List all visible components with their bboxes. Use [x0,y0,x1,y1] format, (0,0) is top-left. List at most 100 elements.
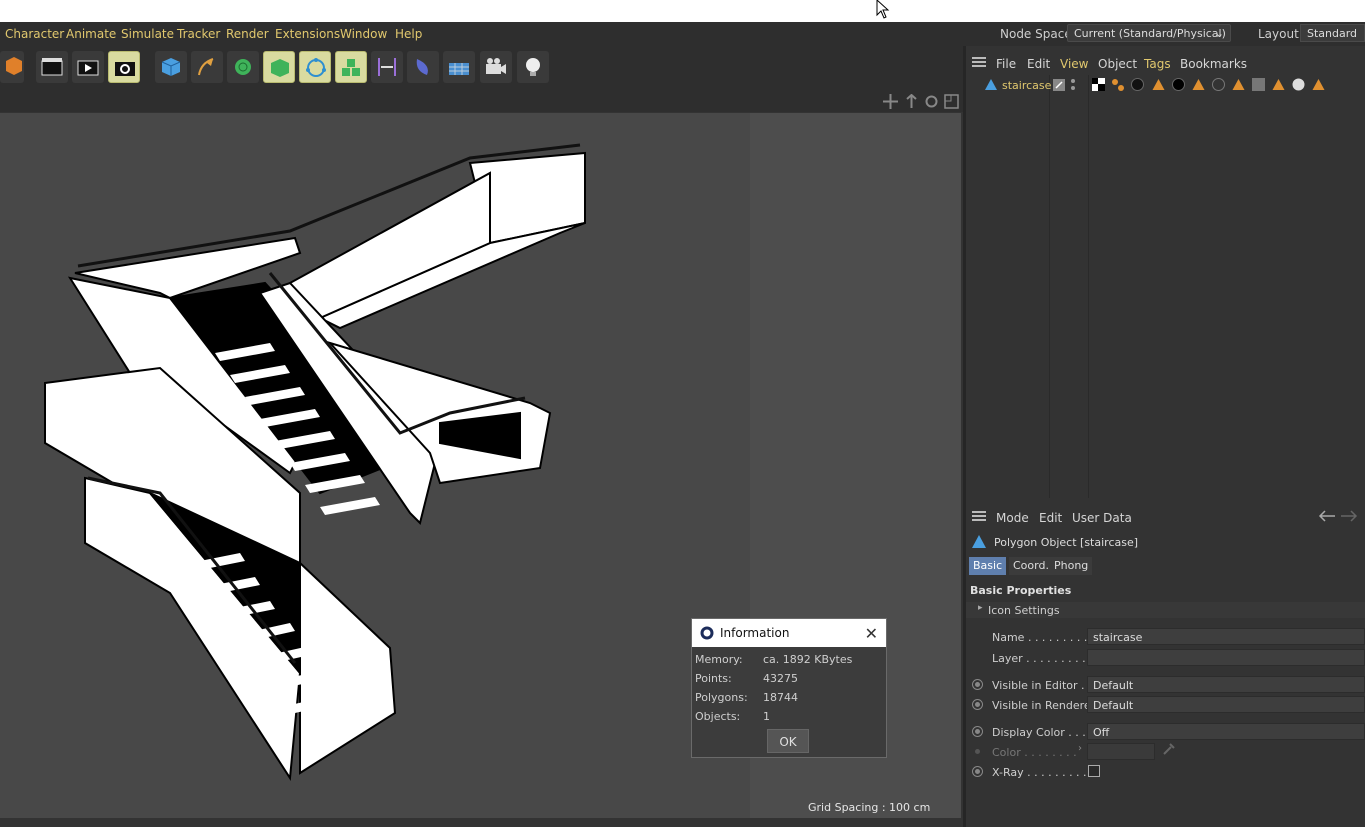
section-title: Basic Properties [970,584,1072,597]
name-field[interactable]: staircase [1087,628,1365,645]
ok-button[interactable]: OK [767,729,809,753]
am-menu-mode[interactable]: Mode [996,511,1029,525]
black-material-icon[interactable] [1172,78,1185,91]
tab-basic[interactable]: Basic [969,557,1007,575]
close-icon[interactable]: ✕ [865,624,878,643]
objects-label: Objects: [695,710,741,723]
cube-primitive-button[interactable] [0,51,24,83]
attribute-manager-menu: Mode Edit User Data [966,504,1365,528]
am-menu-user-data[interactable]: User Data [1072,511,1132,525]
om-menu-tags[interactable]: Tags [1144,57,1171,71]
name-label: Name . . . . . . . . . . [992,631,1095,644]
render-view-button[interactable] [72,51,104,83]
subdivision-button[interactable] [227,51,259,83]
array-icon [342,59,360,76]
menu-simulate[interactable]: Simulate [121,27,174,41]
render-region-button[interactable] [36,51,68,83]
am-menu-edit[interactable]: Edit [1039,511,1062,525]
layer-field[interactable] [1087,649,1365,666]
cube-button[interactable] [155,51,187,83]
menu-character[interactable]: Character [5,27,64,41]
icon-settings-group[interactable]: ▸ Icon Settings [966,602,1365,618]
mograph-cloner-icon [306,58,326,77]
object-name[interactable]: staircase [1002,79,1051,92]
maximize-view-icon[interactable] [944,94,959,109]
viewport-header [0,90,963,112]
black-material-icon[interactable] [1131,78,1144,91]
move-view-icon[interactable] [883,94,898,109]
grid-spacing-label: Grid Spacing : 100 cm [808,801,931,814]
color-label: Color . . . . . . . . [992,746,1077,759]
visible-in-renderer-dropdown[interactable]: Default [1087,696,1365,713]
dialog-title-bar: Information ✕ [692,619,886,647]
pen-spline-button[interactable] [191,51,223,83]
texture-tag-icon[interactable] [1192,78,1205,91]
node-space-dropdown[interactable]: Current (Standard/Physical) ⌄ [1067,24,1231,42]
pen-spline-icon [198,58,214,76]
xray-label: X-Ray . . . . . . . . . [992,766,1087,779]
checker-material-icon[interactable] [1092,78,1105,91]
camera-button[interactable] [480,51,512,83]
xray-checkbox[interactable] [1088,765,1100,777]
gray-material-icon[interactable] [1252,78,1265,91]
main-toolbar [0,46,965,90]
hamburger-menu-icon[interactable] [972,511,986,521]
render-settings-button[interactable] [108,51,140,83]
menu-extensions[interactable]: Extensions [275,27,340,41]
menu-window[interactable]: Window [340,27,387,41]
object-row-staircase[interactable]: staircase [966,75,1365,95]
points-label: Points: [695,672,732,685]
om-menu-file[interactable]: File [996,57,1016,71]
forward-arrow-icon[interactable] [1340,510,1358,522]
objects-value: 1 [763,710,770,723]
light-icon [526,58,540,76]
visible-editor-keyframe-icon[interactable] [972,679,983,690]
display-color-keyframe-icon[interactable] [972,726,983,737]
hamburger-menu-icon[interactable] [972,57,986,67]
viewport-footer [0,818,963,827]
render-view-icon [77,60,99,76]
layout-dropdown[interactable]: Standard [1300,24,1365,42]
texture-tag-icon[interactable] [1152,78,1165,91]
layer-label: Layer . . . . . . . . . . [992,652,1093,665]
back-arrow-icon[interactable] [1318,510,1336,522]
dark-material-icon[interactable] [1212,78,1225,91]
polygons-label: Polygons: [695,691,748,704]
visible-in-editor-dropdown[interactable]: Default [1087,676,1365,693]
menu-help[interactable]: Help [395,27,422,41]
rotate-view-icon[interactable] [924,94,939,109]
extrude-icon [271,59,289,77]
floor-button[interactable] [443,51,475,83]
array-button[interactable] [335,51,367,83]
white-material-icon[interactable] [1292,78,1305,91]
tab-coord[interactable]: Coord. [1009,557,1053,575]
memory-value: ca. 1892 KBytes [763,653,853,666]
symmetry-button[interactable] [371,51,403,83]
zoom-view-icon[interactable] [904,94,919,109]
xray-keyframe-icon[interactable] [972,766,983,777]
uvw-tag-icon[interactable] [1111,78,1124,91]
om-menu-view[interactable]: View [1060,57,1088,71]
light-button[interactable] [517,51,549,83]
floor-icon [449,63,469,75]
texture-tag-icon[interactable] [1272,78,1285,91]
texture-tag-icon[interactable] [1232,78,1245,91]
layer-edit-icon[interactable] [1053,79,1065,91]
om-menu-object[interactable]: Object [1098,57,1137,71]
tab-phong[interactable]: Phong [1050,557,1093,575]
om-menu-bookmarks[interactable]: Bookmarks [1180,57,1247,71]
symmetry-icon [378,58,396,76]
deformer-button[interactable] [407,51,439,83]
visible-renderer-keyframe-icon[interactable] [972,699,983,710]
menu-render[interactable]: Render [226,27,269,41]
mouse-cursor-icon [876,0,890,19]
display-color-dropdown[interactable]: Off [1087,723,1365,740]
menu-tracker[interactable]: Tracker [177,27,220,41]
render-settings-icon [115,62,135,76]
texture-tag-icon[interactable] [1312,78,1325,91]
menu-animate[interactable]: Animate [66,27,116,41]
extrude-button[interactable] [263,51,295,83]
mograph-cloner-button[interactable] [299,51,331,83]
visibility-dots-icon[interactable] [1070,78,1076,92]
om-menu-edit[interactable]: Edit [1027,57,1050,71]
